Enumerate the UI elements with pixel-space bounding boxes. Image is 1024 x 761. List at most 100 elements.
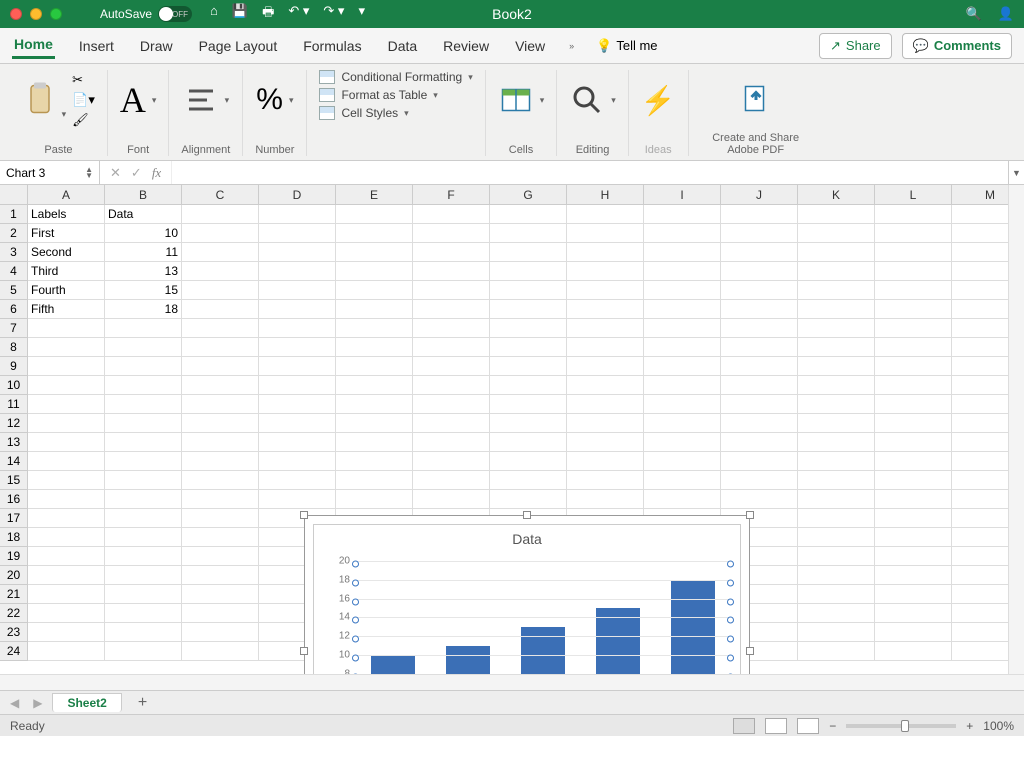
- cell[interactable]: [875, 585, 952, 604]
- cell[interactable]: [105, 623, 182, 642]
- column-header[interactable]: I: [644, 185, 721, 205]
- cell[interactable]: [182, 642, 259, 661]
- cell[interactable]: [413, 395, 490, 414]
- cell[interactable]: [875, 395, 952, 414]
- cell[interactable]: [336, 414, 413, 433]
- cell[interactable]: [413, 490, 490, 509]
- cell[interactable]: [721, 224, 798, 243]
- cell[interactable]: [644, 338, 721, 357]
- cell[interactable]: [567, 205, 644, 224]
- row-header[interactable]: 10: [0, 376, 28, 395]
- cell[interactable]: [875, 471, 952, 490]
- search-icon[interactable]: 🔍: [966, 6, 982, 22]
- cell[interactable]: First: [28, 224, 105, 243]
- font-icon[interactable]: A: [120, 79, 146, 121]
- cell[interactable]: [798, 300, 875, 319]
- cell[interactable]: Third: [28, 262, 105, 281]
- resize-handle[interactable]: [746, 511, 754, 519]
- cell[interactable]: [105, 528, 182, 547]
- cell[interactable]: [105, 471, 182, 490]
- cell[interactable]: [105, 376, 182, 395]
- cell[interactable]: [875, 319, 952, 338]
- cell[interactable]: [105, 319, 182, 338]
- cell[interactable]: [644, 490, 721, 509]
- cell[interactable]: [798, 357, 875, 376]
- cell[interactable]: [567, 300, 644, 319]
- cell[interactable]: Fifth: [28, 300, 105, 319]
- cell[interactable]: [798, 338, 875, 357]
- cell[interactable]: [336, 243, 413, 262]
- cell[interactable]: [28, 566, 105, 585]
- ideas-icon[interactable]: ⚡: [641, 84, 676, 117]
- tab-view[interactable]: View: [513, 34, 547, 58]
- cell[interactable]: [875, 452, 952, 471]
- row-header[interactable]: 7: [0, 319, 28, 338]
- cell[interactable]: [798, 585, 875, 604]
- cell[interactable]: [182, 585, 259, 604]
- window-minimize-dot[interactable]: [30, 8, 42, 20]
- cell[interactable]: [105, 452, 182, 471]
- cell[interactable]: [28, 604, 105, 623]
- cell[interactable]: [182, 604, 259, 623]
- cell[interactable]: [567, 414, 644, 433]
- cell[interactable]: [182, 490, 259, 509]
- cell[interactable]: [490, 243, 567, 262]
- cell[interactable]: [490, 319, 567, 338]
- enter-formula-icon[interactable]: ✓: [131, 165, 142, 181]
- row-header[interactable]: 17: [0, 509, 28, 528]
- alignment-icon[interactable]: [183, 82, 219, 118]
- cell[interactable]: [28, 528, 105, 547]
- cell[interactable]: [259, 433, 336, 452]
- window-fullscreen-dot[interactable]: [50, 8, 62, 20]
- cell[interactable]: [336, 395, 413, 414]
- cell[interactable]: [336, 224, 413, 243]
- cell[interactable]: [259, 357, 336, 376]
- number-icon[interactable]: %: [256, 83, 283, 117]
- share-button[interactable]: ↗ Share: [819, 33, 892, 59]
- column-header[interactable]: B: [105, 185, 182, 205]
- cell[interactable]: [182, 433, 259, 452]
- row-header[interactable]: 9: [0, 357, 28, 376]
- spreadsheet-grid[interactable]: ABCDEFGHIJKLM 12345678910111213141516171…: [0, 185, 1024, 690]
- cancel-formula-icon[interactable]: ✕: [110, 165, 121, 181]
- cell[interactable]: [567, 452, 644, 471]
- cell[interactable]: [798, 604, 875, 623]
- chart-object[interactable]: Data 02468101214161820 FirstSecondThirdF…: [304, 515, 750, 690]
- row-header[interactable]: 3: [0, 243, 28, 262]
- cell[interactable]: [105, 490, 182, 509]
- row-header[interactable]: 19: [0, 547, 28, 566]
- cell[interactable]: [567, 262, 644, 281]
- cell[interactable]: [567, 224, 644, 243]
- cell[interactable]: [798, 281, 875, 300]
- cell[interactable]: [490, 224, 567, 243]
- row-header[interactable]: 8: [0, 338, 28, 357]
- column-header[interactable]: E: [336, 185, 413, 205]
- cell[interactable]: [490, 376, 567, 395]
- cell[interactable]: [413, 243, 490, 262]
- cell[interactable]: [182, 281, 259, 300]
- row-header[interactable]: 14: [0, 452, 28, 471]
- cell[interactable]: [490, 433, 567, 452]
- cell[interactable]: [490, 490, 567, 509]
- cell[interactable]: [875, 547, 952, 566]
- cell[interactable]: [182, 205, 259, 224]
- cell[interactable]: [336, 452, 413, 471]
- cell[interactable]: [721, 300, 798, 319]
- cell[interactable]: [490, 471, 567, 490]
- cell[interactable]: [875, 300, 952, 319]
- cell[interactable]: [644, 281, 721, 300]
- cell[interactable]: [721, 281, 798, 300]
- cell[interactable]: [721, 319, 798, 338]
- cell[interactable]: Second: [28, 243, 105, 262]
- cell[interactable]: [875, 205, 952, 224]
- cell[interactable]: [644, 243, 721, 262]
- cell[interactable]: [875, 224, 952, 243]
- tab-data[interactable]: Data: [386, 34, 420, 58]
- resize-handle[interactable]: [300, 511, 308, 519]
- cell[interactable]: [798, 566, 875, 585]
- cell[interactable]: Fourth: [28, 281, 105, 300]
- cell[interactable]: [336, 319, 413, 338]
- cell[interactable]: [490, 262, 567, 281]
- column-header[interactable]: D: [259, 185, 336, 205]
- sheet-nav-prev[interactable]: ◀: [6, 696, 23, 710]
